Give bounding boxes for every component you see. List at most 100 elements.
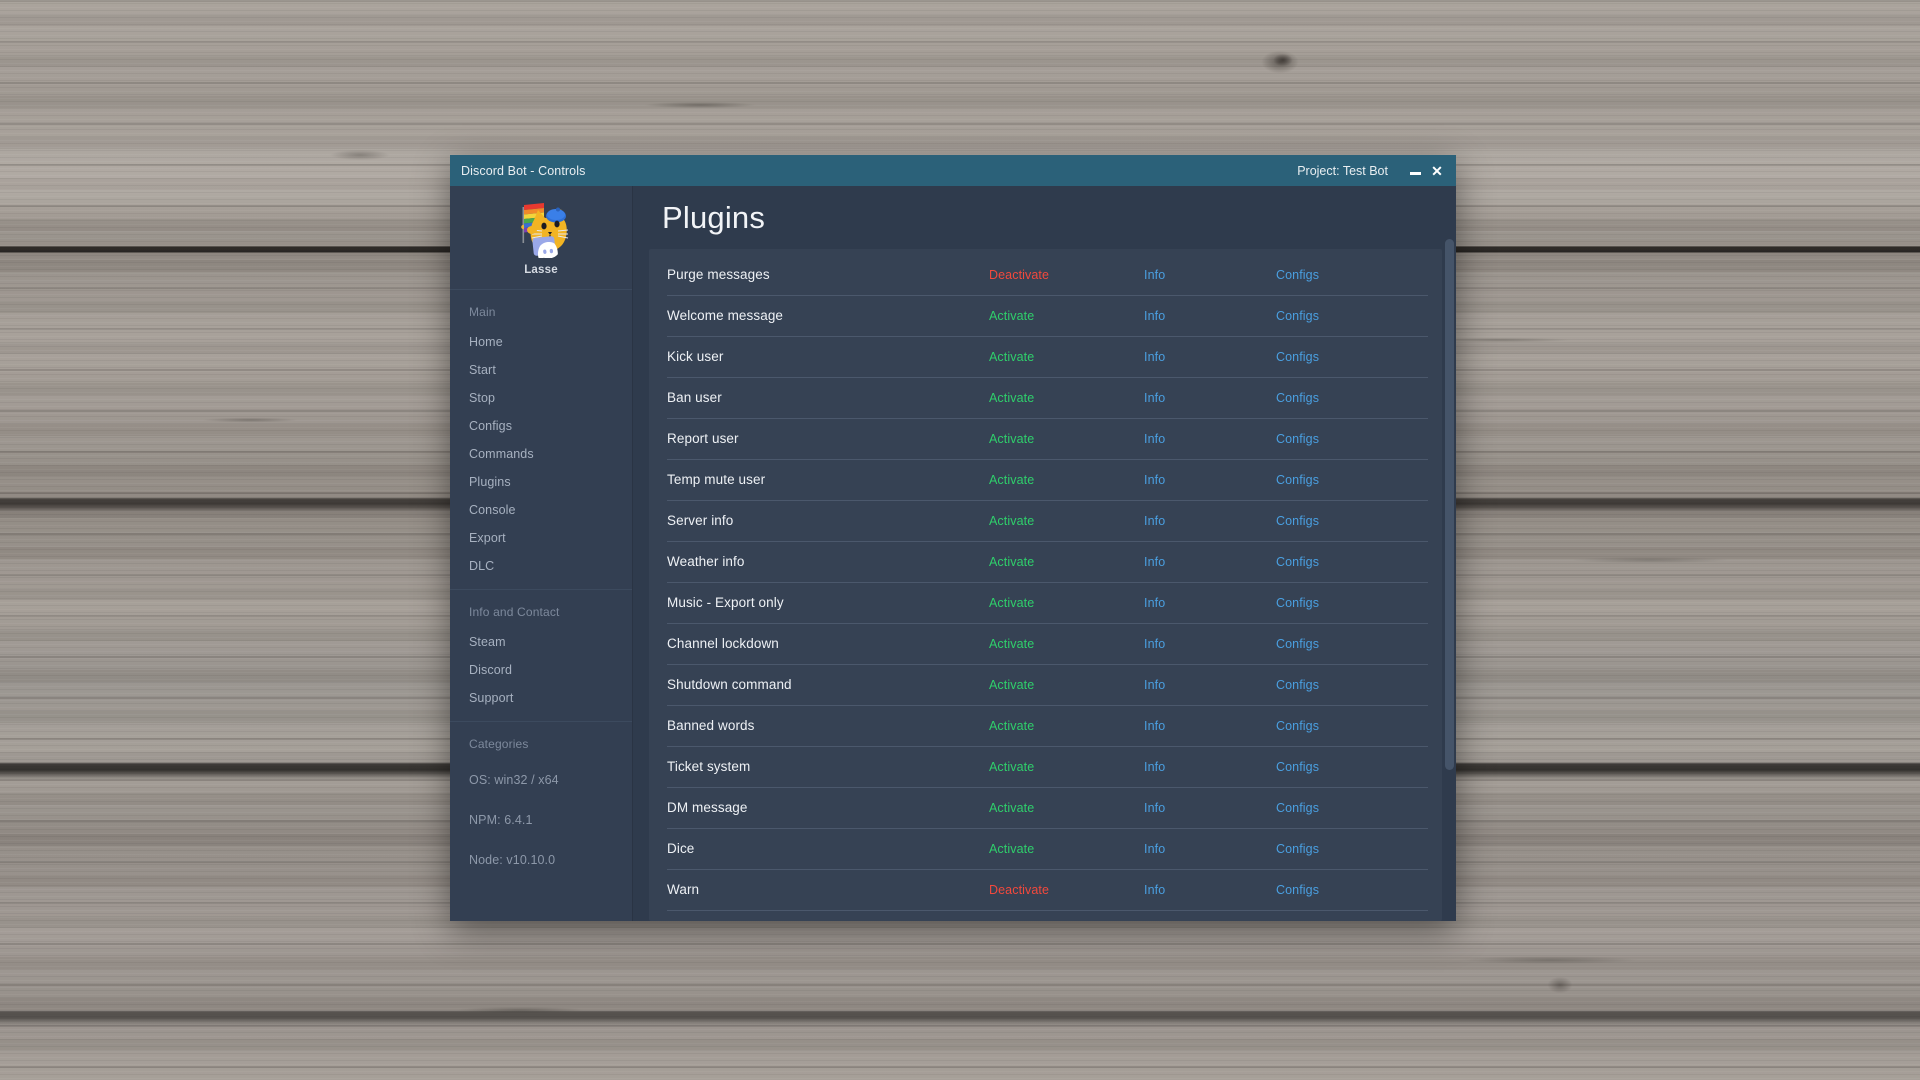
project-label: Project: Test Bot <box>1297 163 1388 178</box>
table-row: DM message Activate Info Configs <box>649 787 1442 828</box>
table-row: Ban user Activate Info Configs <box>649 377 1442 418</box>
activate-button[interactable]: Activate <box>989 514 1144 528</box>
configs-link[interactable]: Configs <box>1276 719 1319 733</box>
info-link[interactable]: Info <box>1144 309 1276 323</box>
configs-link[interactable]: Configs <box>1276 678 1319 692</box>
table-row: Dice Activate Info Configs <box>649 828 1442 869</box>
sidebar-item-start[interactable]: Start <box>450 356 632 384</box>
category-npm: NPM: 6.4.1 <box>469 813 533 827</box>
activate-button[interactable]: Activate <box>989 350 1144 364</box>
window-title: Discord Bot - Controls <box>461 163 586 178</box>
sidebar-item-support[interactable]: Support <box>450 684 632 712</box>
info-link[interactable]: Info <box>1144 842 1276 856</box>
plugin-name: Dice <box>667 841 695 856</box>
configs-link[interactable]: Configs <box>1276 268 1319 282</box>
configs-link[interactable]: Configs <box>1276 801 1319 815</box>
configs-link[interactable]: Configs <box>1276 555 1319 569</box>
configs-link[interactable]: Configs <box>1276 883 1319 897</box>
configs-link[interactable]: Configs <box>1276 514 1319 528</box>
table-row: Temp mute user Activate Info Configs <box>649 459 1442 500</box>
sidebar-item-steam[interactable]: Steam <box>450 628 632 656</box>
info-link[interactable]: Info <box>1144 391 1276 405</box>
profile-block: Lasse <box>450 186 632 290</box>
table-row: Server info Activate Info Configs <box>649 500 1442 541</box>
info-link[interactable]: Info <box>1144 760 1276 774</box>
info-link[interactable]: Info <box>1144 883 1276 897</box>
minimize-icon <box>1409 172 1421 175</box>
activate-button[interactable]: Activate <box>989 637 1144 651</box>
plugin-name: Server info <box>667 513 734 528</box>
section-label-main: Main <box>469 305 496 319</box>
activate-button[interactable]: Activate <box>989 555 1144 569</box>
activate-button[interactable]: Activate <box>989 678 1144 692</box>
sidebar-item-plugins[interactable]: Plugins <box>450 468 632 496</box>
configs-link[interactable]: Configs <box>1276 309 1319 323</box>
activate-button[interactable]: Activate <box>989 309 1144 323</box>
configs-link[interactable]: Configs <box>1276 760 1319 774</box>
plugin-name: Banned words <box>667 718 755 733</box>
activate-button[interactable]: Activate <box>989 473 1144 487</box>
configs-link[interactable]: Configs <box>1276 391 1319 405</box>
info-link[interactable]: Info <box>1144 801 1276 815</box>
plugin-name: Channel lockdown <box>667 636 779 651</box>
plugin-name: Shutdown command <box>667 677 792 692</box>
info-link[interactable]: Info <box>1144 268 1276 282</box>
sidebar-item-dlc[interactable]: DLC <box>450 552 632 580</box>
sidebar-item-configs[interactable]: Configs <box>450 412 632 440</box>
plugin-name: Ban user <box>667 390 722 405</box>
sidebar-item-home[interactable]: Home <box>450 328 632 356</box>
info-link[interactable]: Info <box>1144 637 1276 651</box>
info-link[interactable]: Info <box>1144 432 1276 446</box>
sidebar-item-stop[interactable]: Stop <box>450 384 632 412</box>
plugin-name: Temp mute user <box>667 472 766 487</box>
minimize-button[interactable] <box>1404 160 1426 182</box>
plugin-name: Report user <box>667 431 739 446</box>
scrollbar-thumb[interactable] <box>1445 239 1454 770</box>
activate-button[interactable]: Activate <box>989 760 1144 774</box>
configs-link[interactable]: Configs <box>1276 473 1319 487</box>
category-node: Node: v10.10.0 <box>469 853 556 867</box>
avatar <box>508 200 574 262</box>
table-row: Warn Deactivate Info Configs <box>649 869 1442 910</box>
table-row: Ticket system Activate Info Configs <box>649 746 1442 787</box>
configs-link[interactable]: Configs <box>1276 596 1319 610</box>
nav-section-categories: Categories OS: win32 / x64 NPM: 6.4.1 No… <box>450 722 632 889</box>
deactivate-button[interactable]: Deactivate <box>989 883 1144 897</box>
plugin-list: Purge messages Deactivate Info Configs Welco… <box>649 249 1442 921</box>
activate-button[interactable]: Activate <box>989 719 1144 733</box>
sidebar-item-discord[interactable]: Discord <box>450 656 632 684</box>
main-content: Plugins Purge messages Deactivate Info Conf… <box>633 186 1456 921</box>
info-link[interactable]: Info <box>1144 596 1276 610</box>
activate-button[interactable]: Activate <box>989 596 1144 610</box>
nav-section-main: Main Home Start Stop Configs Commands Pl… <box>450 290 632 590</box>
window-body: Lasse Main Home Start Stop Configs Comma… <box>450 186 1456 921</box>
configs-link[interactable]: Configs <box>1276 637 1319 651</box>
table-row: Weather info Activate Info Configs <box>649 541 1442 582</box>
info-link[interactable]: Info <box>1144 514 1276 528</box>
configs-link[interactable]: Configs <box>1276 350 1319 364</box>
plugin-name: DM message <box>667 800 748 815</box>
table-row: Music - Export only Activate Info Configs <box>649 582 1442 623</box>
activate-button[interactable]: Activate <box>989 801 1144 815</box>
sidebar-item-commands[interactable]: Commands <box>450 440 632 468</box>
sidebar-item-console[interactable]: Console <box>450 496 632 524</box>
deactivate-button[interactable]: Deactivate <box>989 268 1144 282</box>
activate-button[interactable]: Activate <box>989 842 1144 856</box>
activate-button[interactable]: Activate <box>989 432 1144 446</box>
plugin-name: Music - Export only <box>667 595 784 610</box>
info-link[interactable]: Info <box>1144 678 1276 692</box>
sidebar-item-export[interactable]: Export <box>450 524 632 552</box>
title-bar[interactable]: Discord Bot - Controls Project: Test Bot… <box>450 155 1456 186</box>
activate-button[interactable]: Activate <box>989 391 1144 405</box>
configs-link[interactable]: Configs <box>1276 432 1319 446</box>
section-label-categories: Categories <box>469 737 529 751</box>
plugin-name: Ticket system <box>667 759 751 774</box>
close-button[interactable]: ✕ <box>1426 160 1448 182</box>
info-link[interactable]: Info <box>1144 719 1276 733</box>
table-row: Shutdown command Activate Info Configs <box>649 664 1442 705</box>
info-link[interactable]: Info <box>1144 473 1276 487</box>
info-link[interactable]: Info <box>1144 555 1276 569</box>
configs-link[interactable]: Configs <box>1276 842 1319 856</box>
nav-section-info-and-contact: Info and Contact Steam Discord Support <box>450 590 632 722</box>
info-link[interactable]: Info <box>1144 350 1276 364</box>
